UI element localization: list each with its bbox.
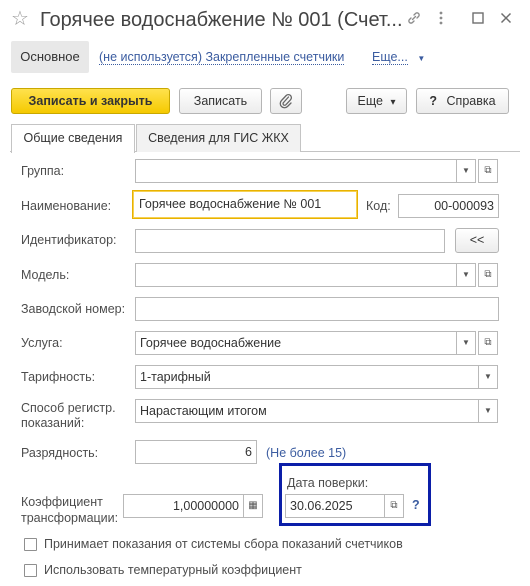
- serial-number-label: Заводской номер:: [21, 302, 126, 316]
- identifier-fill-button[interactable]: <<: [455, 228, 499, 253]
- temperature-coef-checkbox[interactable]: [24, 564, 37, 577]
- collect-readings-label[interactable]: Принимает показания от системы сбора пок…: [44, 537, 403, 552]
- help-label: Справка: [446, 94, 496, 108]
- check-date-help-icon[interactable]: ?: [412, 498, 420, 512]
- help-icon: ?: [429, 94, 438, 108]
- model-dropdown-icon[interactable]: ▼: [456, 263, 476, 287]
- group-dropdown-icon[interactable]: ▼: [456, 159, 476, 183]
- more-actions-label: Еще: [357, 94, 383, 108]
- method-field[interactable]: Нарастающим итогом: [135, 399, 479, 423]
- calendar-icon[interactable]: ⧉: [384, 494, 404, 518]
- save-and-close-button[interactable]: Записать и закрыть: [11, 88, 170, 114]
- model-label: Модель:: [21, 268, 70, 282]
- digits-label: Разрядность:: [21, 446, 99, 460]
- digits-field[interactable]: 6: [135, 440, 257, 464]
- method-dropdown-icon[interactable]: ▼: [478, 399, 498, 423]
- tab-gis-housing[interactable]: Сведения для ГИС ЖКХ: [136, 124, 301, 152]
- coef-label-line2: трансформации:: [21, 511, 119, 525]
- method-label-line2: показаний:: [21, 416, 85, 430]
- link-icon[interactable]: [405, 10, 423, 28]
- service-open-icon[interactable]: ⧉: [478, 331, 498, 355]
- nav-more-link[interactable]: Еще... ▼: [372, 50, 425, 66]
- identifier-label: Идентификатор:: [21, 233, 117, 247]
- code-field[interactable]: 00-000093: [398, 194, 499, 218]
- check-date-label: Дата поверки:: [287, 476, 369, 490]
- model-open-icon[interactable]: ⧉: [478, 263, 498, 287]
- paperclip-icon: [279, 93, 293, 117]
- nav-main-tab[interactable]: Основное: [11, 41, 89, 73]
- digits-hint: (Не более 15): [266, 446, 347, 460]
- more-vertical-icon[interactable]: [432, 10, 450, 28]
- name-field[interactable]: Горячее водоснабжение № 001: [132, 190, 358, 219]
- service-dropdown-icon[interactable]: ▼: [456, 331, 476, 355]
- service-field[interactable]: Горячее водоснабжение: [135, 331, 457, 355]
- star-icon[interactable]: ☆: [11, 9, 29, 29]
- group-open-icon[interactable]: ⧉: [478, 159, 498, 183]
- close-icon[interactable]: [497, 10, 515, 28]
- check-date-field[interactable]: 30.06.2025: [285, 494, 385, 518]
- calculator-icon[interactable]: ▦: [243, 494, 263, 518]
- service-label: Услуга:: [21, 336, 63, 350]
- group-field[interactable]: [135, 159, 457, 183]
- window-title-bar: ☆ Горячее водоснабжение № 001 (Счет...: [0, 0, 530, 42]
- maximize-icon[interactable]: [469, 10, 487, 28]
- identifier-field[interactable]: [135, 229, 445, 253]
- save-button[interactable]: Записать: [179, 88, 262, 114]
- method-label-line1: Способ регистр.: [21, 401, 116, 415]
- window-title: Горячее водоснабжение № 001 (Счет...: [40, 9, 403, 31]
- tariff-label: Тарифность:: [21, 370, 96, 384]
- chevron-down-icon: ▼: [417, 54, 426, 63]
- help-button[interactable]: ? Справка: [416, 88, 509, 114]
- serial-number-field[interactable]: [135, 297, 499, 321]
- nav-more-label: Еще...: [372, 50, 408, 65]
- code-label: Код:: [366, 199, 391, 213]
- tab-general[interactable]: Общие сведения: [11, 124, 135, 153]
- coef-label-line1: Коэффициент: [21, 495, 103, 509]
- coef-field[interactable]: 1,00000000: [123, 494, 244, 518]
- name-label: Наименование:: [21, 199, 112, 213]
- chevron-down-icon: ▾: [390, 97, 396, 108]
- collect-readings-checkbox[interactable]: [24, 538, 37, 551]
- attach-button[interactable]: [270, 88, 302, 114]
- nav-link-fixed-meters[interactable]: (не используется) Закрепленные счетчики: [99, 50, 345, 65]
- model-field[interactable]: [135, 263, 457, 287]
- temperature-coef-label[interactable]: Использовать температурный коэффициент: [44, 563, 302, 578]
- tariff-dropdown-icon[interactable]: ▼: [478, 365, 498, 389]
- group-label: Группа:: [21, 164, 65, 178]
- more-actions-button[interactable]: Еще ▾: [346, 88, 407, 114]
- tariff-field[interactable]: 1-тарифный: [135, 365, 479, 389]
